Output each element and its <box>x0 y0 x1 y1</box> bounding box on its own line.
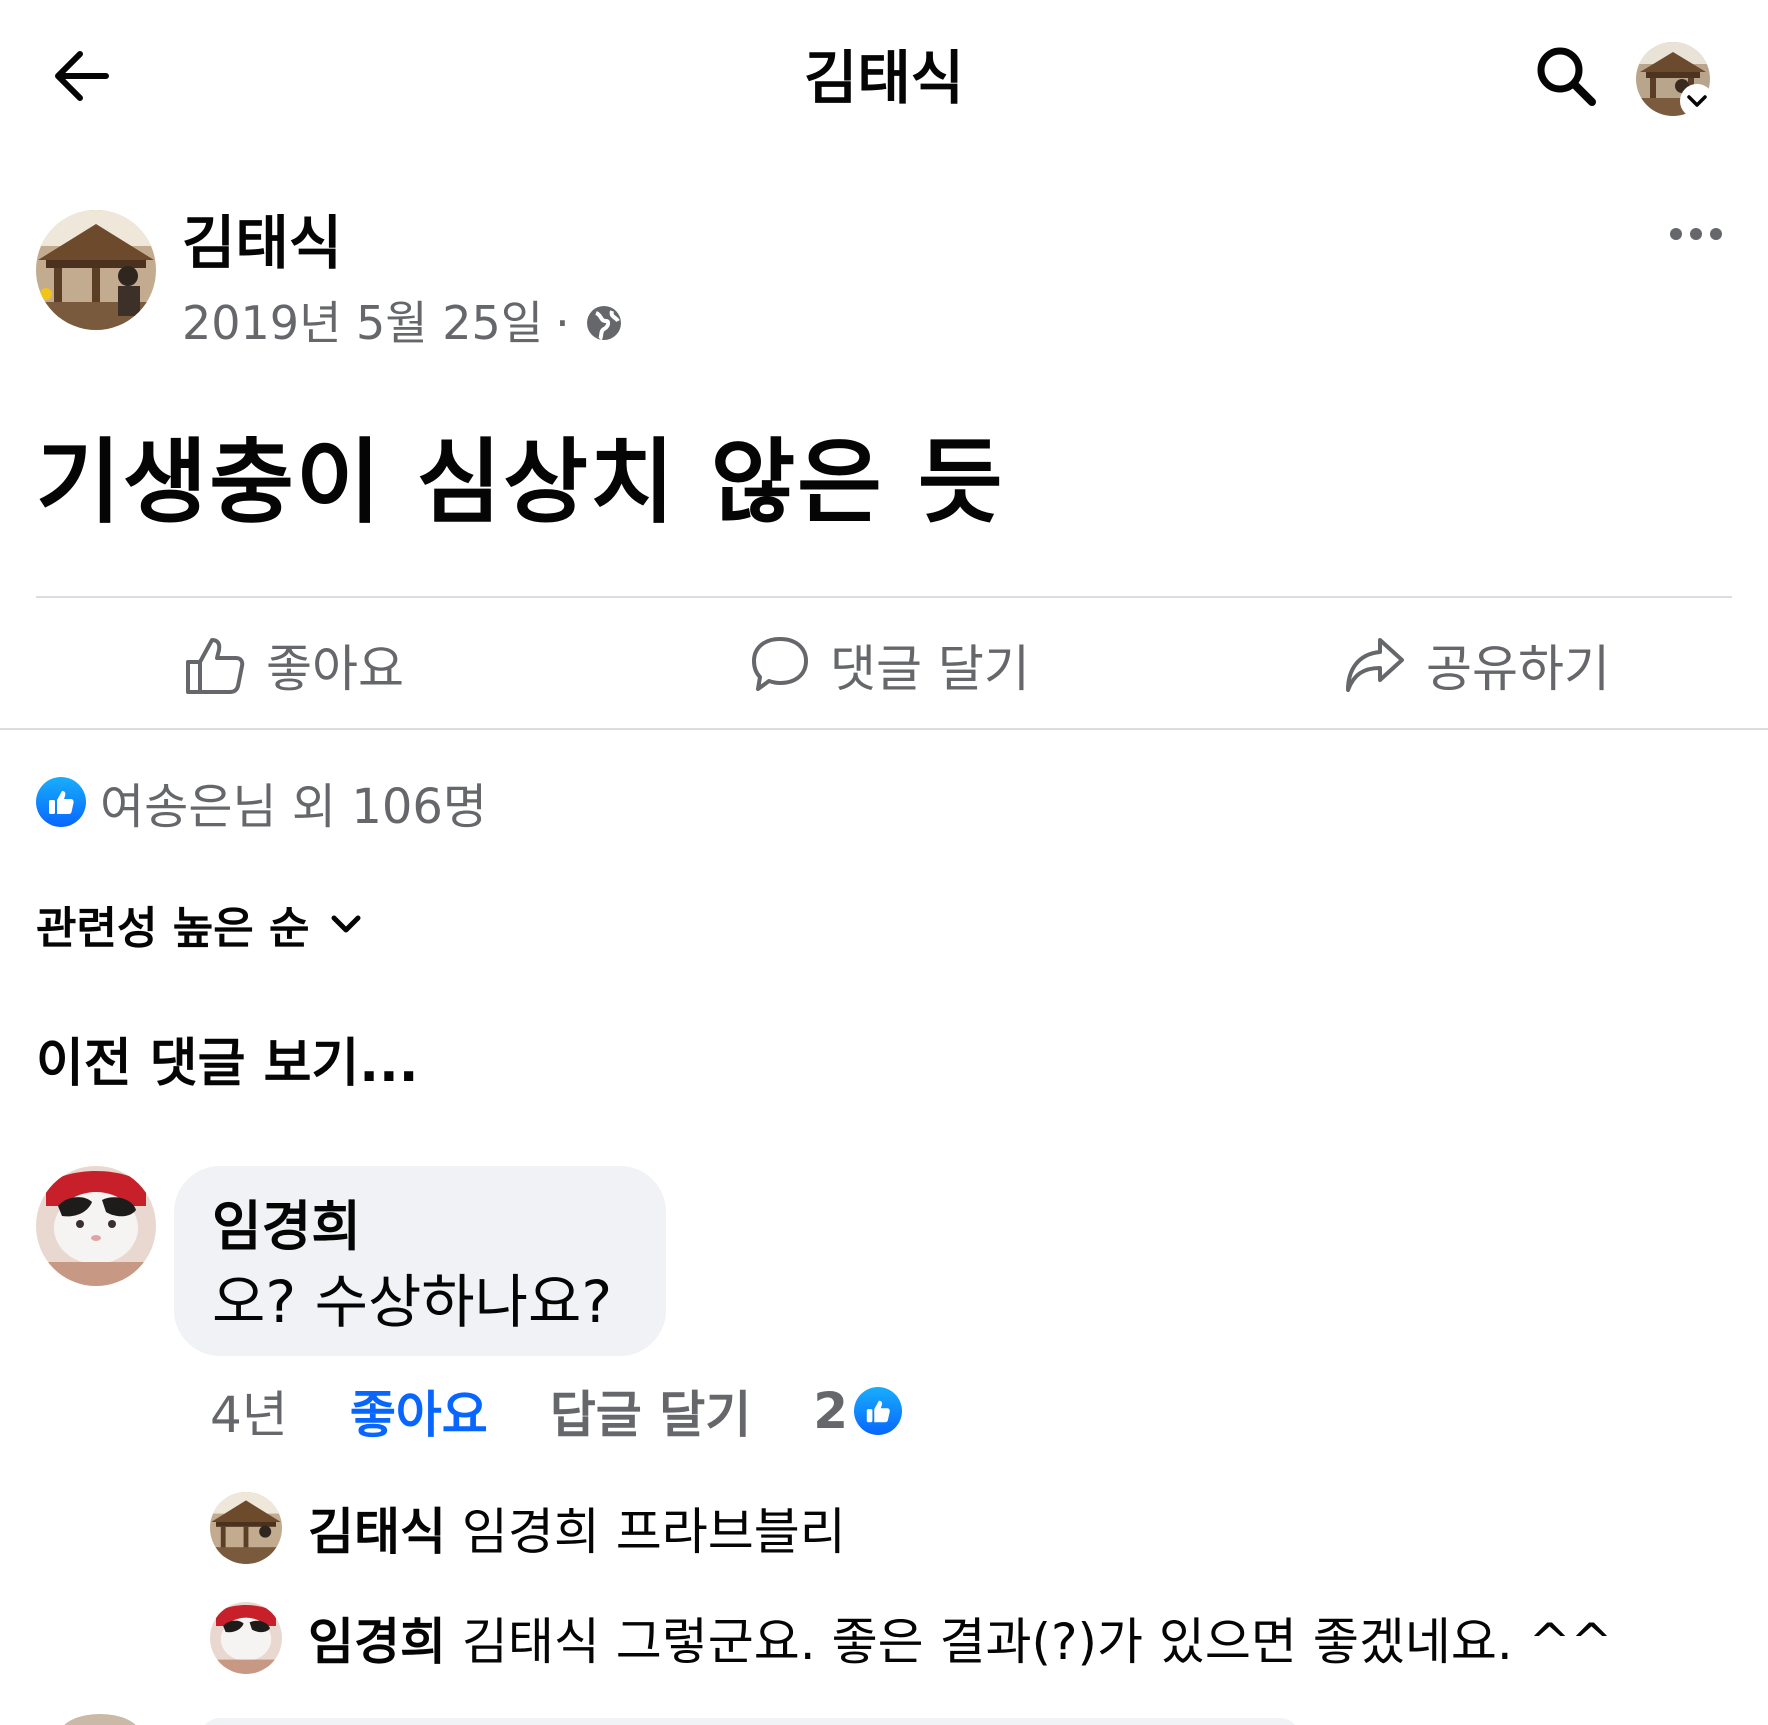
comment-reply-button[interactable]: 답글 달기 <box>550 1375 751 1447</box>
reactions-summary[interactable]: 여송은님 외 106명 <box>36 770 488 835</box>
comment-label: 댓글 달기 <box>830 640 1030 698</box>
author-name[interactable]: 김태식 <box>182 208 342 278</box>
commenter-avatar[interactable] <box>36 1166 156 1286</box>
reply-text: 임경희 프라브블리 <box>461 1503 846 1561</box>
like-reaction-icon <box>854 1387 903 1435</box>
like-button[interactable]: 좋아요 <box>184 620 404 710</box>
view-previous-comments-link[interactable]: 이전 댓글 보기... <box>36 1030 419 1098</box>
cat-photo <box>36 1166 156 1286</box>
more-options-button[interactable] <box>1652 210 1740 258</box>
sort-label: 관련성 높은 순 <box>36 903 310 954</box>
like-label: 좋아요 <box>266 640 404 698</box>
more-horizontal-icon <box>1670 228 1682 240</box>
search-button[interactable] <box>1528 38 1604 114</box>
reply-preview[interactable]: 김태식 임경희 프라브블리 <box>210 1492 846 1564</box>
comment-like-button[interactable]: 좋아요 <box>350 1375 488 1447</box>
post-meta: 2019년 5월 25일 · <box>182 292 624 354</box>
comment-time[interactable]: 4년 <box>210 1375 288 1447</box>
divider <box>0 728 1768 730</box>
divider <box>36 596 1732 598</box>
comment-sort-dropdown[interactable]: 관련성 높은 순 <box>36 892 362 956</box>
comment-actions: 4년 좋아요 답글 달기 2 <box>210 1375 903 1447</box>
comment-reaction-count[interactable]: 2 <box>813 1382 848 1440</box>
comment-bubble-icon <box>752 637 808 691</box>
meta-separator: · <box>555 296 570 350</box>
reply-text: 김태식 그렇군요. 좋은 결과(?)가 있으면 좋겠네요. ^^ <box>461 1613 1613 1671</box>
next-comment-bubble <box>200 1718 1300 1725</box>
reply-author: 임경희 <box>308 1613 446 1671</box>
share-label: 공유하기 <box>1426 640 1610 698</box>
share-arrow-icon <box>1346 638 1404 692</box>
comment-bubble[interactable]: 임경희 오? 수상하나요? <box>174 1166 666 1356</box>
next-comment-avatar <box>60 1714 140 1725</box>
chevron-down-icon <box>331 915 361 933</box>
like-reaction-icon <box>36 777 86 827</box>
page-title: 김태식 <box>803 44 965 112</box>
reply-author: 김태식 <box>308 1503 446 1561</box>
reply-avatar <box>210 1602 282 1674</box>
top-bar: 김태식 <box>0 0 1768 160</box>
comment-button[interactable]: 댓글 달기 <box>750 620 1030 710</box>
account-menu-toggle[interactable] <box>1680 84 1714 118</box>
more-horizontal-icon-dot <box>1690 228 1702 240</box>
comment-text: 오? 수상하나요? <box>212 1268 613 1336</box>
reply-avatar <box>210 1492 282 1564</box>
reply-preview[interactable]: 임경희 김태식 그렇군요. 좋은 결과(?)가 있으면 좋겠네요. ^^ <box>210 1602 1612 1674</box>
thumbs-up-icon <box>186 638 245 694</box>
share-button[interactable]: 공유하기 <box>1344 620 1610 710</box>
comment-author[interactable]: 임경희 <box>212 1192 628 1262</box>
globe-icon <box>586 306 621 341</box>
chevron-down-icon <box>1687 95 1707 107</box>
reactions-text: 여송은님 외 106명 <box>100 779 488 835</box>
more-horizontal-icon-dot <box>1710 228 1722 240</box>
post-date[interactable]: 2019년 5월 25일 <box>182 292 543 354</box>
search-icon <box>1537 47 1596 106</box>
author-photo <box>36 210 156 330</box>
post-text: 기생충이 심상치 않은 듯 <box>36 429 1005 536</box>
author-avatar[interactable] <box>36 210 156 330</box>
